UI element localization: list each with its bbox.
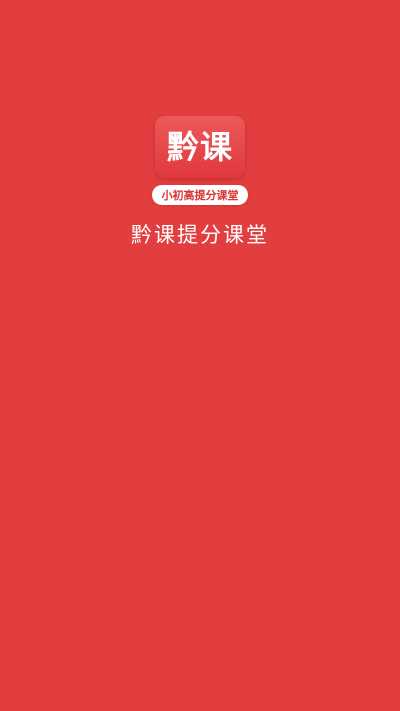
splash-screen: 黔课 小初高提分课堂 黔课提分课堂 xyxy=(0,0,400,711)
logo-tile: 黔课 xyxy=(155,116,245,178)
logo-subtitle-pill: 小初高提分课堂 xyxy=(152,185,248,205)
logo-subtitle: 小初高提分课堂 xyxy=(161,188,239,202)
app-logo: 黔课 小初高提分课堂 xyxy=(0,116,400,210)
logo-text: 黔课 xyxy=(166,128,233,166)
app-name-title: 黔课提分课堂 xyxy=(131,223,269,247)
